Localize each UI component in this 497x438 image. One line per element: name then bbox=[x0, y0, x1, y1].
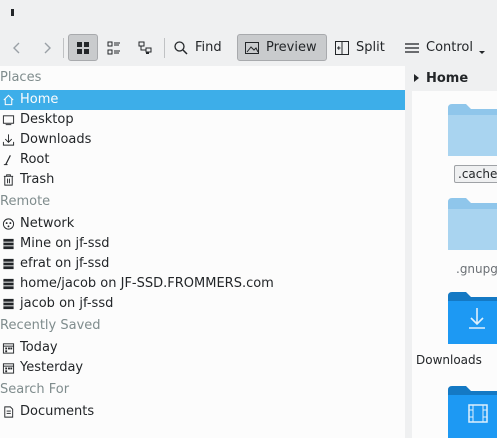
places-item[interactable]: Home bbox=[0, 90, 405, 110]
download-icon bbox=[2, 134, 15, 147]
split-button[interactable]: Split bbox=[328, 34, 391, 61]
folder-icon bbox=[448, 198, 497, 250]
folder-videos-icon bbox=[448, 386, 497, 438]
places-item-label: Home bbox=[20, 92, 59, 107]
places-section-header: Search For bbox=[0, 382, 70, 397]
icons-view-button[interactable] bbox=[68, 34, 98, 61]
control-menu-button[interactable]: Control bbox=[398, 34, 491, 61]
window-title-glyph bbox=[11, 9, 14, 16]
split-button-label: Split bbox=[356, 40, 385, 55]
places-item-label: Mine on jf-ssd bbox=[20, 236, 110, 251]
file-item[interactable]: .gnupg bbox=[412, 196, 497, 280]
file-name: .cache bbox=[454, 165, 497, 183]
file-view: Home .cache .gnupg Downloads bbox=[412, 66, 497, 438]
trash-icon bbox=[2, 174, 15, 187]
breadcrumb[interactable]: Home bbox=[412, 66, 497, 91]
breadcrumb-arrow-icon[interactable] bbox=[414, 74, 419, 82]
preview-button[interactable]: Preview bbox=[237, 34, 327, 61]
find-button-label: Find bbox=[195, 40, 222, 55]
places-item[interactable]: Trash bbox=[0, 170, 405, 190]
hamburger-menu-icon bbox=[405, 42, 419, 53]
places-item-label: Yesterday bbox=[20, 360, 84, 375]
file-item[interactable]: Downloads bbox=[412, 290, 497, 374]
places-item[interactable]: jacob on jf-ssd bbox=[0, 294, 405, 314]
places-item-label: jacob on jf-ssd bbox=[20, 296, 114, 311]
places-item-label: Desktop bbox=[20, 112, 74, 127]
places-panel: Places Home Desktop Downloads Root Trash Remot… bbox=[0, 66, 405, 438]
places-item[interactable]: Today bbox=[0, 338, 405, 358]
icons-view-icon bbox=[77, 41, 89, 54]
preview-button-label: Preview bbox=[266, 40, 317, 55]
places-section-header: Places bbox=[0, 70, 42, 85]
file-name: Downloads bbox=[416, 353, 482, 367]
title-bar bbox=[0, 0, 497, 30]
forward-button[interactable] bbox=[33, 34, 61, 61]
places-item[interactable]: Documents bbox=[0, 402, 405, 422]
dropdown-arrow-icon bbox=[479, 50, 485, 54]
chevron-right-icon bbox=[44, 42, 51, 53]
folder-download-icon bbox=[448, 292, 497, 344]
details-view-icon bbox=[138, 41, 152, 54]
panel-splitter[interactable] bbox=[405, 66, 412, 438]
calendar-icon bbox=[2, 342, 15, 355]
places-item-label: Documents bbox=[20, 404, 95, 419]
document-icon bbox=[2, 406, 15, 419]
back-button[interactable] bbox=[3, 34, 31, 61]
find-button[interactable]: Find bbox=[167, 34, 228, 61]
server-icon bbox=[2, 238, 15, 251]
home-icon bbox=[2, 94, 15, 107]
places-item[interactable]: efrat on jf-ssd bbox=[0, 254, 405, 274]
file-item[interactable]: .cache bbox=[412, 102, 497, 186]
search-icon bbox=[174, 40, 188, 55]
places-item[interactable]: Root bbox=[0, 150, 405, 170]
places-item[interactable]: home/jacob on JF-SSD.FROMMERS.com bbox=[0, 274, 405, 294]
places-item[interactable]: Network bbox=[0, 214, 405, 234]
details-view-button[interactable] bbox=[131, 34, 159, 61]
places-item-label: Root bbox=[20, 152, 50, 167]
places-item-label: home/jacob on JF-SSD.FROMMERS.com bbox=[20, 276, 274, 291]
network-icon bbox=[2, 218, 15, 231]
places-item[interactable]: Mine on jf-ssd bbox=[0, 234, 405, 254]
places-item[interactable]: Downloads bbox=[0, 130, 405, 150]
places-item[interactable]: Yesterday bbox=[0, 358, 405, 378]
places-item-label: Network bbox=[20, 216, 75, 231]
root-icon bbox=[2, 154, 15, 167]
breadcrumb-home[interactable]: Home bbox=[426, 71, 468, 86]
folder-icon bbox=[448, 104, 497, 156]
desktop-icon bbox=[2, 114, 15, 127]
compact-view-button[interactable] bbox=[100, 34, 128, 61]
file-item[interactable] bbox=[412, 384, 497, 438]
places-section-header: Remote bbox=[0, 194, 51, 209]
toolbar-separator bbox=[164, 38, 165, 58]
server-icon bbox=[2, 298, 15, 311]
toolbar-separator bbox=[63, 38, 64, 58]
control-menu-label: Control bbox=[426, 40, 473, 55]
places-section-header: Recently Saved bbox=[0, 318, 101, 333]
compact-view-icon bbox=[107, 41, 120, 54]
file-name: .gnupg bbox=[456, 262, 497, 276]
split-view-icon bbox=[335, 40, 349, 55]
server-icon bbox=[2, 278, 15, 291]
places-item-label: Trash bbox=[20, 172, 55, 187]
calendar-icon bbox=[2, 362, 15, 375]
places-item-label: efrat on jf-ssd bbox=[20, 256, 110, 271]
places-item[interactable]: Desktop bbox=[0, 110, 405, 130]
server-icon bbox=[2, 258, 15, 271]
image-icon bbox=[245, 41, 259, 54]
chevron-left-icon bbox=[13, 42, 20, 53]
places-item-label: Downloads bbox=[20, 132, 92, 147]
places-item-label: Today bbox=[20, 340, 58, 355]
toolbar: Find Preview Split Control bbox=[0, 30, 497, 66]
